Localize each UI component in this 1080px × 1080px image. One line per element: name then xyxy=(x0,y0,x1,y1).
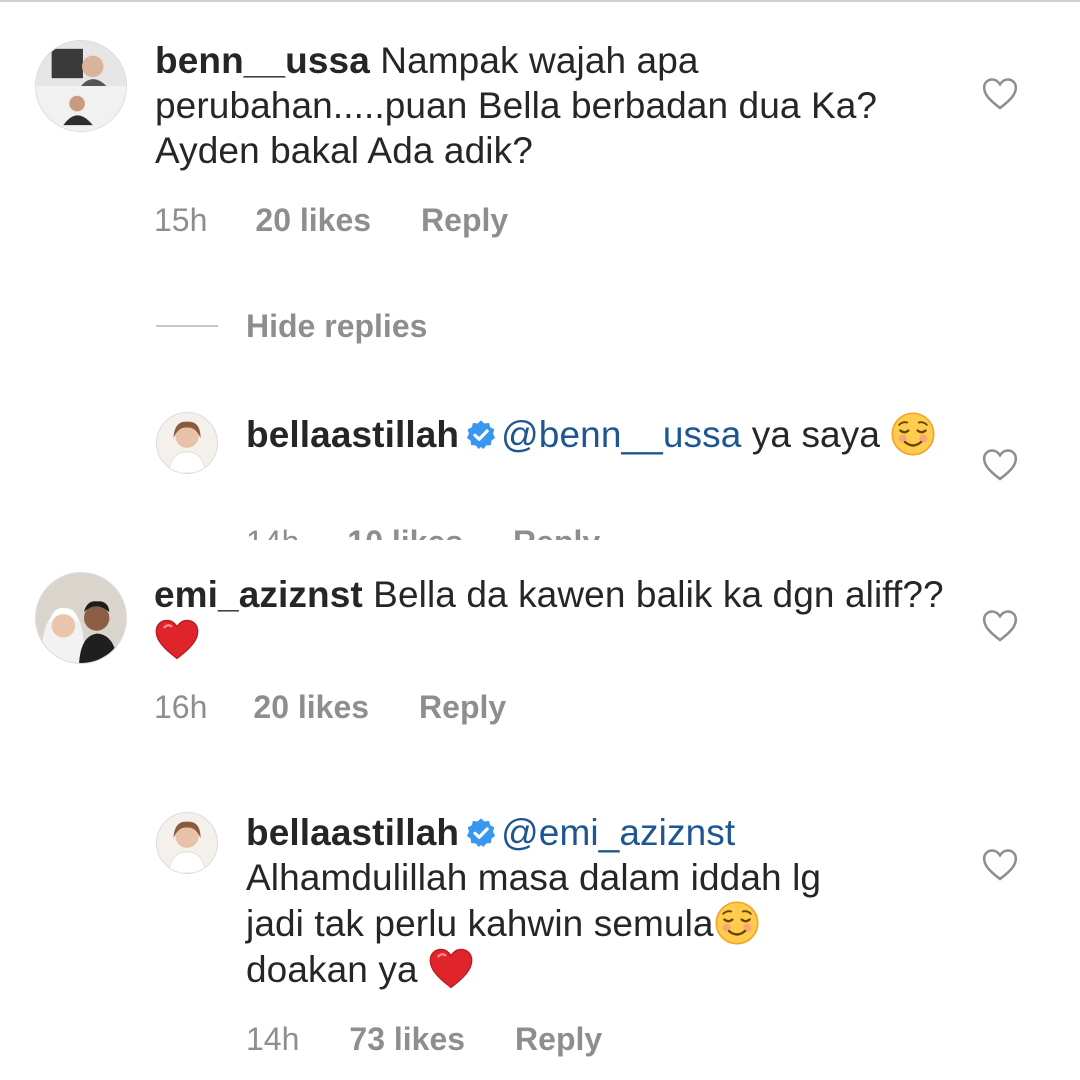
reply-username[interactable]: bellaastillah xyxy=(246,812,459,853)
screenshot-segment-2: emi_aziznst Bella da kawen balik ka dgn … xyxy=(0,540,1080,1080)
reply-meta-1-cut: 14h 10 likes Reply xyxy=(246,522,600,540)
reply-body: jadi tak perlu kahwin semula xyxy=(246,903,714,944)
comment-text-1: benn__ussa Nampak wajah apa perubahan...… xyxy=(155,38,955,173)
like-heart-icon[interactable] xyxy=(981,846,1019,882)
reply-button[interactable]: Reply xyxy=(513,522,600,540)
avatar-benn-ussa[interactable] xyxy=(35,40,127,132)
reply-line: doakan ya xyxy=(246,946,966,992)
comment-text-2: emi_aziznst Bella da kawen balik ka dgn … xyxy=(154,572,954,663)
avatar-photo xyxy=(157,813,217,873)
reply-time: 14h xyxy=(246,1021,300,1057)
reply-body: doakan ya xyxy=(246,949,418,990)
comment-time: 15h xyxy=(154,202,208,238)
smiling-face-emoji xyxy=(890,411,936,457)
reply-body: ya saya xyxy=(741,414,880,455)
comment-username[interactable]: benn__ussa xyxy=(155,40,370,81)
red-heart-emoji xyxy=(154,617,200,663)
red-heart-emoji xyxy=(428,946,474,992)
reply-time: 14h xyxy=(246,522,299,540)
screenshot-segment-1: benn__ussa Nampak wajah apa perubahan...… xyxy=(0,0,1080,540)
avatar-photo xyxy=(157,413,217,473)
reply-text-1: bellaastillah @benn__ussa ya saya xyxy=(246,411,966,457)
mention-link[interactable]: @benn__ussa xyxy=(501,414,741,455)
reply-line: jadi tak perlu kahwin semula xyxy=(246,900,966,946)
reply-button[interactable]: Reply xyxy=(419,687,506,727)
reply-text-2: bellaastillah @emi_aziznst Alhamdulillah … xyxy=(246,810,966,992)
reply-line: bellaastillah @emi_aziznst xyxy=(246,810,966,855)
hide-replies-line xyxy=(156,325,218,327)
verified-badge-icon xyxy=(465,817,497,849)
hide-replies-button[interactable]: Hide replies xyxy=(246,306,427,346)
reply-line: Alhamdulillah masa dalam iddah lg xyxy=(246,857,822,898)
avatar-photo xyxy=(36,573,126,663)
smiling-face-emoji xyxy=(714,900,760,946)
reply-button[interactable]: Reply xyxy=(515,1019,602,1059)
like-heart-icon[interactable] xyxy=(981,607,1019,643)
comment-likes[interactable]: 20 likes xyxy=(255,200,371,240)
avatar-bellaastillah[interactable] xyxy=(156,812,218,874)
verified-badge-icon xyxy=(465,419,497,451)
reply-meta-2: 14h 73 likes Reply xyxy=(246,1019,602,1059)
avatar-photo xyxy=(36,41,126,131)
comment-username[interactable]: emi_aziznst xyxy=(154,574,363,615)
reply-likes[interactable]: 10 likes xyxy=(347,522,463,540)
reply-username[interactable]: bellaastillah xyxy=(246,414,459,455)
avatar-emi-aziznst[interactable] xyxy=(35,572,127,664)
reply-likes[interactable]: 73 likes xyxy=(349,1019,465,1059)
comment-body: Bella da kawen balik ka dgn aliff?? xyxy=(362,574,944,615)
like-heart-icon[interactable] xyxy=(981,75,1019,111)
comment-meta-1: 15h 20 likes Reply xyxy=(154,200,508,240)
comment-likes[interactable]: 20 likes xyxy=(253,687,369,727)
comment-meta-2: 16h 20 likes Reply xyxy=(154,687,506,727)
reply-button[interactable]: Reply xyxy=(421,200,508,240)
mention-link[interactable]: @emi_aziznst xyxy=(501,812,735,853)
like-heart-icon[interactable] xyxy=(981,446,1019,482)
avatar-bellaastillah[interactable] xyxy=(156,412,218,474)
comment-time: 16h xyxy=(154,689,208,725)
